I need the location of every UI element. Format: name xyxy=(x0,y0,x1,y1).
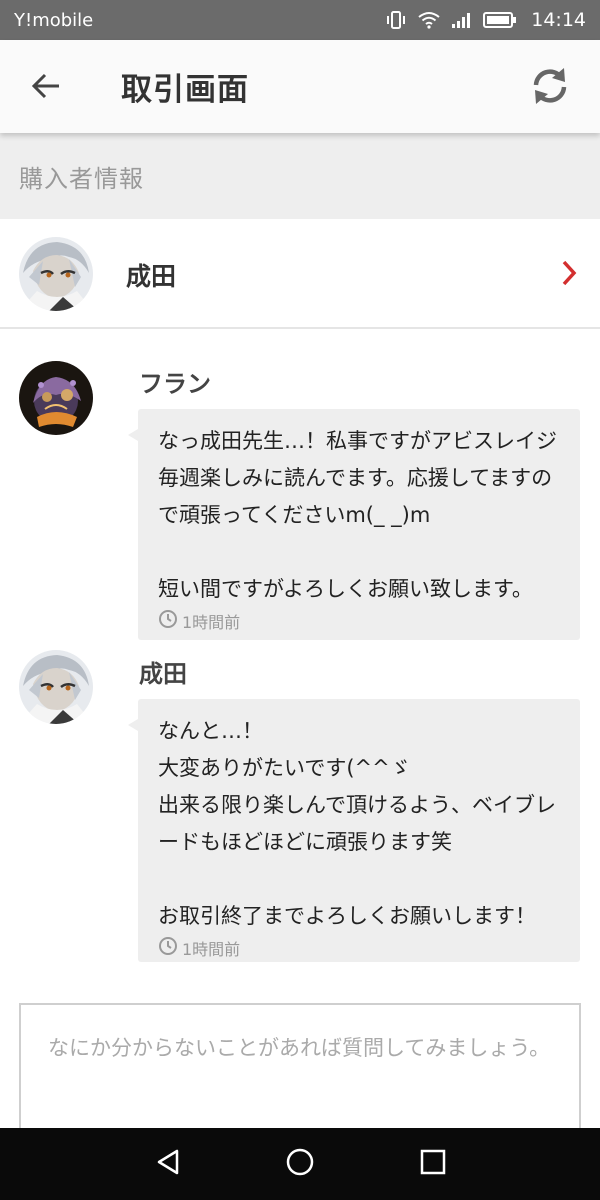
clock-icon xyxy=(158,936,178,960)
status-time: 14:14 xyxy=(531,9,586,31)
nav-recents-button[interactable] xyxy=(415,1146,451,1182)
home-circle-icon xyxy=(285,1147,315,1181)
back-button[interactable] xyxy=(24,66,68,110)
question-input[interactable] xyxy=(19,1003,581,1143)
avatar xyxy=(19,650,93,724)
message-author: 成田 xyxy=(139,660,187,688)
message-text: なんと…！ 大変ありがたいです(^^ゞ 出来る限り楽しんで頂けるよう、ベイブレー… xyxy=(158,719,556,928)
page-title: 取引画面 xyxy=(121,72,249,108)
buyer-row[interactable]: 成田 xyxy=(0,219,600,329)
carrier-name: Y!mobile xyxy=(14,9,94,31)
recents-square-icon xyxy=(420,1149,446,1179)
status-icons: 14:14 xyxy=(385,9,586,31)
signal-icon xyxy=(451,11,473,29)
status-bar: Y!mobile 14:14 xyxy=(0,0,600,40)
message-timestamp: 1時間前 xyxy=(158,936,566,960)
message-text: なっ成田先生…！私事ですがアビスレイジ毎週楽しみに読んでます。応援してますので頑… xyxy=(158,429,557,601)
nav-back-button[interactable] xyxy=(150,1146,186,1182)
avatar xyxy=(19,361,93,435)
wifi-icon xyxy=(417,11,441,29)
back-triangle-icon xyxy=(155,1148,181,1180)
message-author: フラン xyxy=(139,370,211,398)
vibrate-icon xyxy=(385,11,407,29)
refresh-button[interactable] xyxy=(526,64,574,112)
message-bubble: なんと…！ 大変ありがたいです(^^ゞ 出来る限り楽しんで頂けるよう、ベイブレー… xyxy=(128,699,580,962)
clock-icon xyxy=(158,609,178,633)
message-time-text: 1時間前 xyxy=(182,940,241,959)
refresh-icon xyxy=(530,66,570,110)
arrow-left-icon xyxy=(31,73,61,103)
navigation-bar xyxy=(0,1128,600,1200)
message-time-text: 1時間前 xyxy=(182,613,241,632)
nav-home-button[interactable] xyxy=(282,1146,318,1182)
avatar xyxy=(19,237,93,311)
battery-icon xyxy=(483,11,517,29)
message-bubble: なっ成田先生…！私事ですがアビスレイジ毎週楽しみに読んでます。応援してますので頑… xyxy=(128,409,580,640)
buyer-name: 成田 xyxy=(126,262,177,291)
chevron-right-icon xyxy=(560,259,578,291)
section-title: 購入者情報 xyxy=(19,164,144,193)
app-bar: 取引画面 xyxy=(0,40,600,133)
section-header-buyer-info: 購入者情報 xyxy=(0,133,600,219)
message-timestamp: 1時間前 xyxy=(158,609,566,633)
